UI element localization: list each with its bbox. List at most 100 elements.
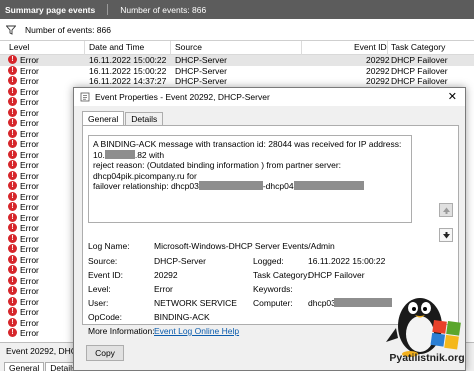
column-divider[interactable] <box>301 41 302 55</box>
error-icon: ! <box>8 223 17 232</box>
filter-bar: Number of events: 866 <box>0 19 474 41</box>
row-level: Error <box>20 275 39 286</box>
error-icon: ! <box>8 76 17 85</box>
error-icon: ! <box>8 296 17 306</box>
row-level: Error <box>20 55 39 65</box>
logged-label: Logged: <box>253 256 284 266</box>
error-icon: ! <box>8 244 17 253</box>
column-date-time[interactable]: Date and Time <box>89 42 144 52</box>
row-date-time: 16.11.2022 15:00:22 <box>89 55 167 65</box>
redacted-block <box>293 181 364 190</box>
row-source: DHCP-Server <box>175 65 227 76</box>
row-level: Error <box>20 296 39 307</box>
keywords-label: Keywords: <box>253 284 293 294</box>
error-icon: ! <box>8 181 17 190</box>
scroll-up-button[interactable] <box>439 203 453 217</box>
row-level: Error <box>20 244 39 254</box>
level-label: Level: <box>88 284 111 294</box>
message-line-3a: failover relationship: dhcp03 <box>93 181 199 191</box>
row-level: Error <box>20 254 39 265</box>
user-label: User: <box>88 298 109 308</box>
error-icon: ! <box>8 254 17 264</box>
log-name-value: Microsoft-Windows-DHCP Server Events/Adm… <box>154 241 335 251</box>
error-icon: ! <box>8 149 17 159</box>
column-level[interactable]: Level <box>9 42 29 52</box>
row-level: Error <box>20 65 39 76</box>
error-icon: ! <box>8 107 17 117</box>
error-icon: ! <box>8 233 17 243</box>
error-icon: ! <box>8 212 17 222</box>
log-name-label: Log Name: <box>88 241 130 251</box>
row-source: DHCP-Server <box>175 76 227 86</box>
row-task-category: DHCP Failover <box>391 76 448 86</box>
error-icon: ! <box>8 160 17 169</box>
event-log-help-link[interactable]: Event Log Online Help <box>154 326 239 336</box>
error-icon: ! <box>8 265 17 274</box>
title-separator <box>107 4 109 15</box>
row-level: Error <box>20 86 39 97</box>
error-icon: ! <box>8 202 17 211</box>
row-level: Error <box>20 202 39 212</box>
arrow-down-icon <box>442 232 450 239</box>
opcode-label: OpCode: <box>88 312 123 322</box>
more-info-label: More Information: <box>88 326 155 336</box>
computer-label: Computer: <box>253 298 293 308</box>
row-level: Error <box>20 286 39 296</box>
row-level: Error <box>20 307 39 317</box>
tab-general[interactable]: General <box>82 111 125 125</box>
computer-value: dhcp03 <box>308 298 336 308</box>
row-level: Error <box>20 328 39 338</box>
error-icon: ! <box>8 86 17 96</box>
column-divider[interactable] <box>387 41 388 55</box>
column-divider[interactable] <box>170 41 171 55</box>
row-event-id: 20292 <box>366 76 390 86</box>
row-date-time: 16.11.2022 15:00:22 <box>89 65 167 76</box>
row-level: Error <box>20 265 39 275</box>
close-icon[interactable]: ✕ <box>448 90 457 103</box>
column-divider[interactable] <box>84 41 85 55</box>
filter-icon[interactable] <box>6 25 16 35</box>
row-level: Error <box>20 107 39 118</box>
error-icon: ! <box>8 275 17 285</box>
preview-tab-general[interactable]: General <box>4 362 45 371</box>
column-source[interactable]: Source <box>175 42 202 52</box>
summary-count: Number of events: 866 <box>120 4 207 15</box>
tab-details[interactable]: Details <box>125 112 164 125</box>
error-icon: ! <box>8 97 17 106</box>
redacted-block <box>104 149 135 159</box>
event-viewer-icon <box>80 92 90 102</box>
error-icon: ! <box>8 286 17 295</box>
row-level: Error <box>20 149 39 160</box>
column-event-id[interactable]: Event ID <box>354 42 387 52</box>
message-line-3b: -dhcp04 <box>262 181 294 191</box>
row-level: Error <box>20 97 39 107</box>
task-category-value: DHCP Failover <box>308 270 365 280</box>
message-line-1b: .82 with <box>134 149 165 160</box>
error-icon: ! <box>8 65 17 75</box>
error-icon: ! <box>8 128 17 138</box>
copy-button[interactable]: Copy <box>86 345 124 361</box>
row-date-time: 16.11.2022 14:37:27 <box>89 76 167 86</box>
scroll-down-button[interactable] <box>439 228 453 242</box>
error-icon: ! <box>8 328 17 337</box>
column-task-category[interactable]: Task Category <box>391 42 445 52</box>
row-level: Error <box>20 223 39 233</box>
row-level: Error <box>20 170 39 181</box>
source-label: Source: <box>88 256 118 266</box>
row-event-id: 20292 <box>366 55 390 65</box>
redacted-block <box>198 181 263 190</box>
logged-value: 16.11.2022 15:00:22 <box>308 256 386 266</box>
table-row[interactable]: ! Error 16.11.2022 15:00:22 DHCP-Server 2029… <box>0 65 474 77</box>
row-level: Error <box>20 76 39 86</box>
event-message-box[interactable]: A BINDING-ACK message with transaction i… <box>88 135 412 223</box>
row-level: Error <box>20 233 39 244</box>
dialog-title-bar: Event Properties - Event 20292, DHCP-Ser… <box>74 88 465 106</box>
table-row[interactable]: ! Error 16.11.2022 14:37:27 DHCP-Server 2029… <box>0 76 474 87</box>
error-icon: ! <box>8 317 17 327</box>
message-line-2: reject reason: (Outdated binding informa… <box>93 160 342 181</box>
source-value: DHCP-Server <box>154 256 206 266</box>
table-row[interactable]: ! Error 16.11.2022 15:00:22 DHCP-Server 2029… <box>0 55 474 66</box>
event-id-label: Event ID: <box>88 270 123 280</box>
row-level: Error <box>20 181 39 191</box>
event-id-value: 20292 <box>154 270 178 280</box>
